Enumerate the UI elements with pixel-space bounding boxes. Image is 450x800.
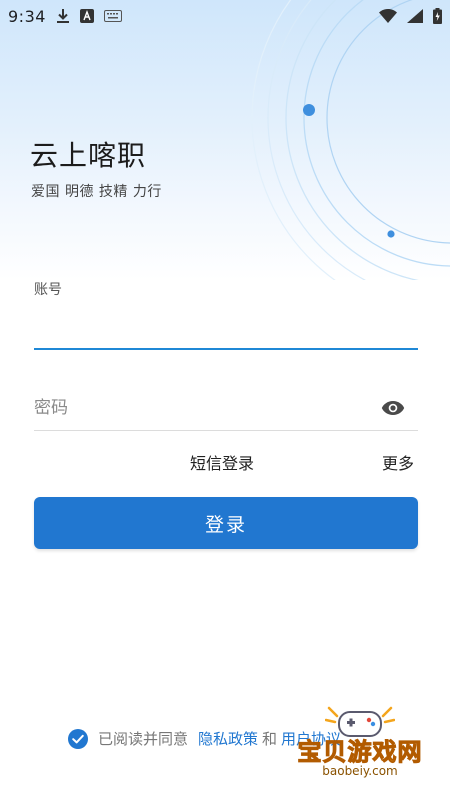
login-button[interactable]: 登录 (34, 497, 418, 549)
battery-charging-icon (433, 8, 442, 24)
show-password-button[interactable] (379, 396, 407, 420)
signal-icon (407, 9, 423, 23)
keyboard-icon (103, 10, 122, 22)
password-underline (34, 430, 418, 431)
agreement-prefix: 已阅读并同意 (98, 730, 189, 748)
app-title: 云上喀职 (30, 139, 147, 172)
watermark: 宝贝游戏网 baobeiy.com (270, 702, 450, 800)
app-slogan: 爱国 明德 技精 力行 (31, 184, 162, 200)
eye-icon (381, 401, 405, 415)
orbit-dot-large (303, 104, 315, 116)
agree-checkbox-checked-icon[interactable] (68, 728, 88, 749)
status-bar: 9:34 (0, 0, 450, 32)
status-time: 9:34 (8, 6, 46, 26)
account-input[interactable] (34, 300, 418, 346)
privacy-policy-link[interactable]: 隐私政策 (198, 728, 258, 749)
download-icon (56, 8, 70, 24)
account-underline (34, 348, 418, 350)
header-area: 9:34 云上喀职 爱国 明德 技精 力行 (0, 0, 450, 280)
orbit-dot-small (387, 230, 395, 238)
sms-login-link[interactable]: 短信登录 (190, 450, 254, 474)
more-link[interactable]: 更多 (382, 450, 414, 474)
account-label: 账号 (34, 282, 62, 298)
password-input[interactable] (34, 388, 364, 428)
wifi-icon (379, 9, 397, 23)
watermark-text: 宝贝游戏网 (297, 738, 423, 767)
watermark-url: baobeiy.com (322, 764, 398, 778)
text-a-icon (79, 9, 94, 23)
